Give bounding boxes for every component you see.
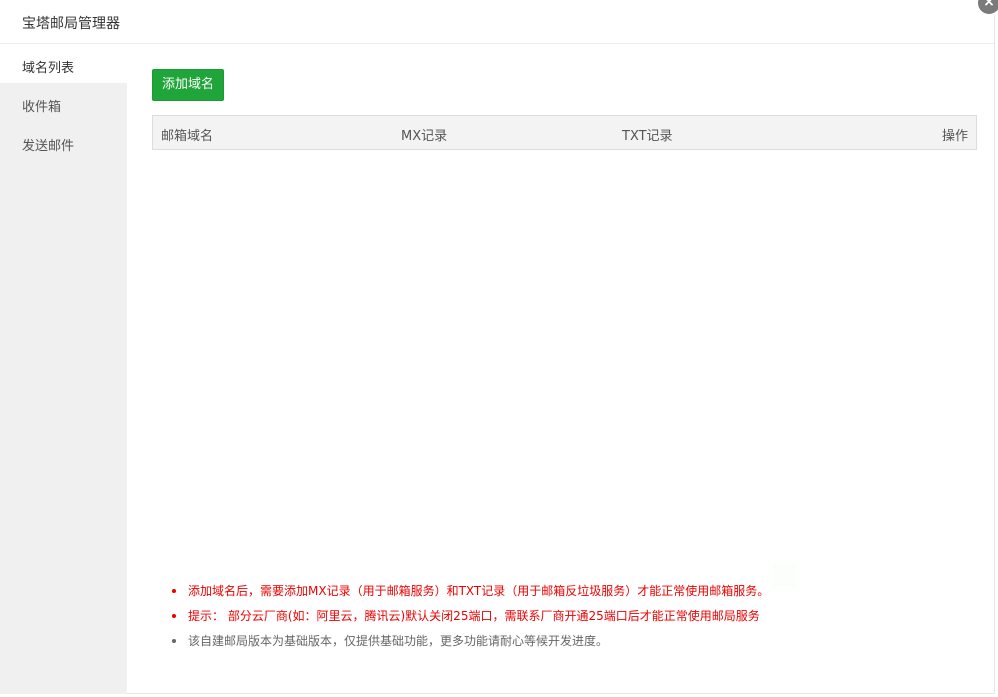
sidebar-item-label: 域名列表 xyxy=(22,61,75,76)
bullet-icon xyxy=(172,589,176,593)
note-item: 该自建邮局版本为基础版本，仅提供基础功能，更多功能请耐心等候开发进度。 xyxy=(172,633,962,658)
note-text: 添加域名后，需要添加MX记录（用于邮箱服务）和TXT记录（用于邮箱反垃圾服务）才… xyxy=(188,584,770,598)
sidebar-item-domain-list[interactable]: 域名列表 xyxy=(0,44,127,83)
note-text: 提示： 部分云厂商(如：阿里云，腾讯云)默认关闭25端口，需联系厂商开通25端口… xyxy=(188,609,760,623)
column-header-domain: 邮箱域名 xyxy=(161,129,214,144)
dialog-title-bar: 宝塔邮局管理器 xyxy=(0,0,994,44)
page: 宝塔邮局管理器 × 域名列表 收件箱 发送邮件 添加域名 邮箱域名 MX记录 T… xyxy=(0,0,998,697)
sidebar-item-label: 发送邮件 xyxy=(22,139,75,154)
note-item: 添加域名后，需要添加MX记录（用于邮箱服务）和TXT记录（用于邮箱反垃圾服务）才… xyxy=(172,583,962,608)
sidebar-item-send-mail[interactable]: 发送邮件 xyxy=(0,122,127,161)
mail-manager-dialog: 宝塔邮局管理器 × 域名列表 收件箱 发送邮件 添加域名 邮箱域名 MX记录 T… xyxy=(0,0,998,694)
add-domain-button[interactable]: 添加域名 xyxy=(152,69,224,101)
note-text: 该自建邮局版本为基础版本，仅提供基础功能，更多功能请耐心等候开发进度。 xyxy=(188,634,609,648)
sidebar-item-label: 收件箱 xyxy=(22,100,62,115)
bullet-icon xyxy=(172,639,176,643)
notes-list: 添加域名后，需要添加MX记录（用于邮箱服务）和TXT记录（用于邮箱反垃圾服务）才… xyxy=(172,583,962,658)
sidebar: 域名列表 收件箱 发送邮件 xyxy=(0,44,127,694)
column-header-txt: TXT记录 xyxy=(622,129,673,144)
note-item: 提示： 部分云厂商(如：阿里云，腾讯云)默认关闭25端口，需联系厂商开通25端口… xyxy=(172,608,962,633)
close-icon: × xyxy=(983,0,995,10)
dialog-title: 宝塔邮局管理器 xyxy=(22,16,120,32)
column-header-actions: 操作 xyxy=(941,129,968,144)
main-content: 添加域名 邮箱域名 MX记录 TXT记录 操作 添加域名后，需要添加MX记录（用… xyxy=(127,44,994,694)
column-header-mx: MX记录 xyxy=(401,129,448,144)
bullet-icon xyxy=(172,614,176,618)
sidebar-item-inbox[interactable]: 收件箱 xyxy=(0,83,127,122)
domain-table-header: 邮箱域名 MX记录 TXT记录 操作 xyxy=(152,115,977,150)
